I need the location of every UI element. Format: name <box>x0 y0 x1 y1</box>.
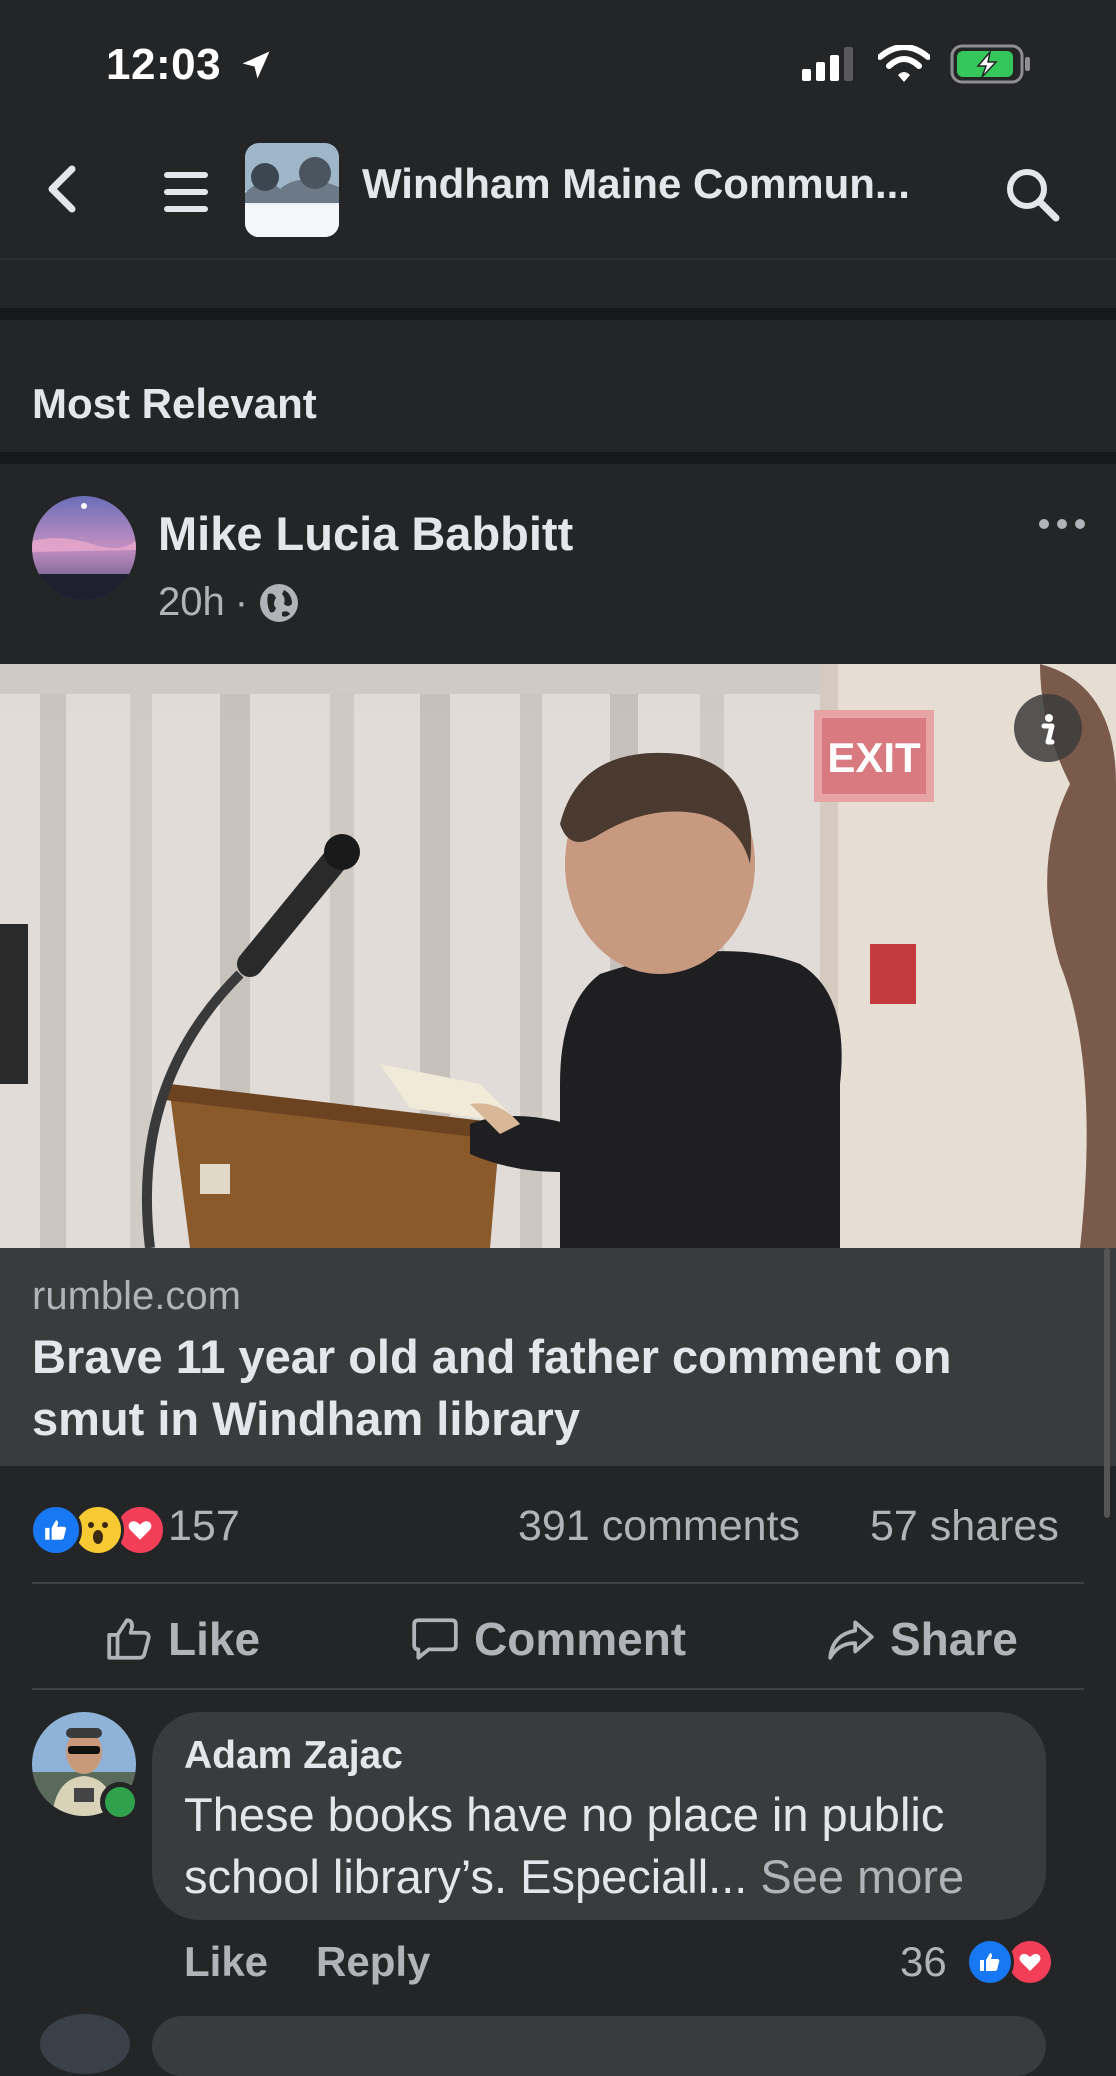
see-more-link[interactable]: See more <box>747 1850 964 1903</box>
share-arrow-icon <box>828 1620 874 1660</box>
info-button[interactable] <box>1014 694 1082 762</box>
actions-divider <box>32 1688 1084 1690</box>
like-reaction-icon <box>30 1504 82 1556</box>
wifi-icon <box>878 45 930 82</box>
comment-like-reaction-icon <box>966 1938 1014 1986</box>
search-icon <box>1007 169 1060 222</box>
post-divider <box>0 452 1116 464</box>
search-button[interactable] <box>1002 164 1062 224</box>
sunset-sky-avatar-image <box>32 496 136 600</box>
share-button[interactable]: Share <box>826 1612 1018 1666</box>
section-divider <box>0 308 1116 320</box>
reaction-icons[interactable] <box>30 1504 166 1556</box>
like-button[interactable]: Like <box>104 1612 260 1666</box>
comments-count[interactable]: 391 comments <box>518 1502 800 1551</box>
battery-charging-icon <box>950 44 1030 84</box>
snowy-landscape-image <box>245 143 339 237</box>
shares-count[interactable]: 57 shares <box>870 1502 1059 1551</box>
comment-reaction-count[interactable]: 36 <box>900 1938 947 1986</box>
svg-text:EXIT: EXIT <box>827 734 921 781</box>
group-title[interactable]: Windham Maine Commun... <box>362 160 910 208</box>
ellipsis-icon <box>1039 519 1085 529</box>
comment-reply-button[interactable]: Reply <box>316 1938 430 1986</box>
sort-label[interactable]: Most Relevant <box>32 380 317 428</box>
link-preview-image[interactable]: EXIT <box>0 664 1116 1248</box>
link-title[interactable]: Brave 11 year old and father comment on … <box>32 1326 1072 1450</box>
post-time[interactable]: 20h <box>158 580 225 625</box>
meta-separator: · <box>234 580 249 624</box>
info-icon <box>1041 714 1055 745</box>
post-meta: 20h · <box>158 580 300 625</box>
status-time-text: 12:03 <box>106 40 222 89</box>
comment-bubble-icon <box>412 1618 458 1660</box>
author-name[interactable]: Mike Lucia Babbitt <box>158 506 573 561</box>
header-divider <box>0 258 1116 260</box>
chevron-left-icon <box>48 165 76 213</box>
comment-label: Comment <box>474 1613 687 1665</box>
like-label: Like <box>168 1613 261 1665</box>
comment-reaction-icons[interactable] <box>966 1938 1054 1986</box>
hamburger-menu-icon <box>164 172 208 212</box>
back-button[interactable] <box>38 161 88 217</box>
globe-icon <box>260 583 299 622</box>
cellular-signal-icon <box>802 47 853 81</box>
reaction-count[interactable]: 157 <box>168 1502 240 1551</box>
menu-button[interactable] <box>162 170 210 214</box>
next-comment-bubble[interactable] <box>152 2016 1046 2076</box>
link-domain: rumble.com <box>32 1274 241 1318</box>
status-time: 12:03 <box>106 40 274 90</box>
boy-reading-at-podium-image: EXIT <box>0 664 1116 1248</box>
stats-divider <box>32 1582 1084 1584</box>
scrollbar[interactable] <box>1104 1248 1110 1518</box>
online-status-indicator <box>100 1782 140 1822</box>
more-options-button[interactable] <box>1038 512 1086 536</box>
next-commenter-avatar[interactable] <box>40 2014 130 2074</box>
comment-like-button[interactable]: Like <box>184 1938 268 1986</box>
commenter-name[interactable]: Adam Zajac <box>184 1734 403 1778</box>
location-arrow-icon <box>242 51 270 79</box>
comment-button[interactable]: Comment <box>410 1612 686 1666</box>
share-label: Share <box>890 1613 1018 1665</box>
comment-text: These books have no place in public scho… <box>184 1784 1034 1908</box>
group-thumbnail[interactable] <box>245 143 339 237</box>
status-indicators <box>802 44 1032 84</box>
author-avatar[interactable] <box>32 496 136 600</box>
thumbs-up-outline-icon <box>107 1618 151 1660</box>
